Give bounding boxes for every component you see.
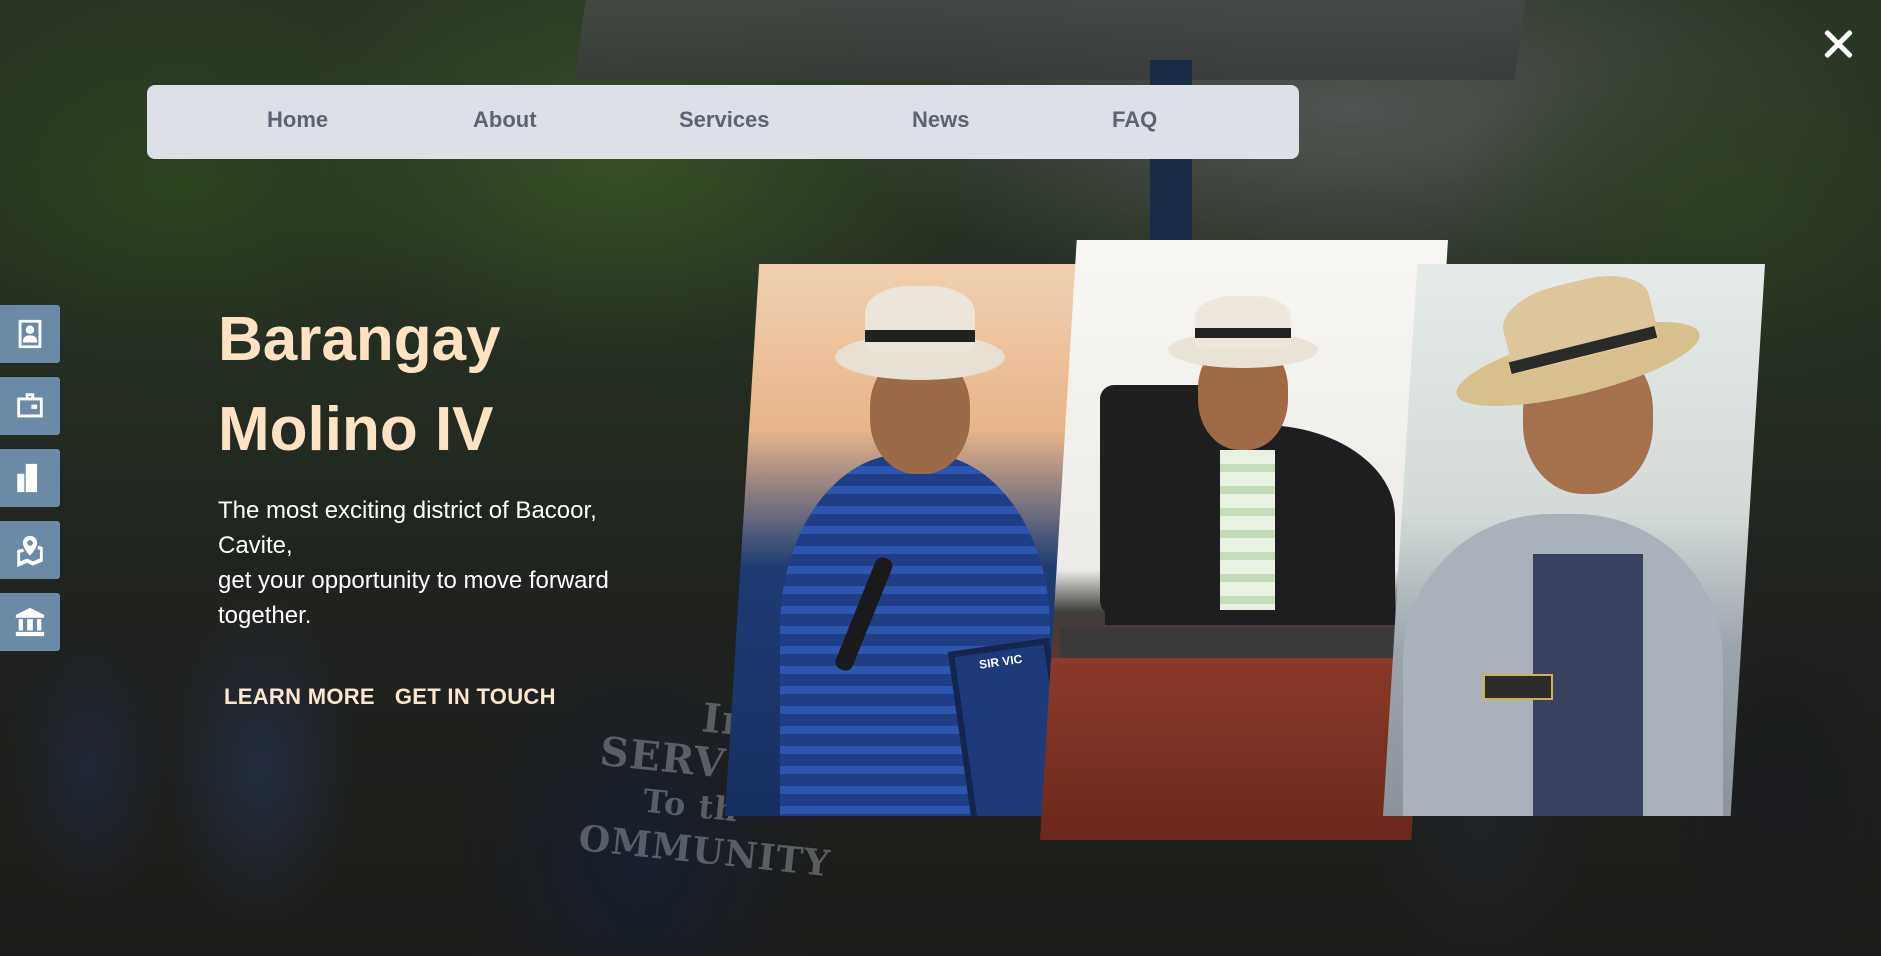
hero-subtitle-line: Cavite, — [218, 532, 293, 559]
plaque-text: SIR VIC — [978, 651, 1024, 672]
hero-subtitle-line: get your opportunity to move forward — [218, 567, 609, 594]
nav-faq[interactable]: FAQ — [1112, 107, 1157, 133]
shirt — [1220, 450, 1275, 610]
portrait-official-3 — [1383, 264, 1765, 816]
hat-band — [1195, 328, 1291, 338]
learn-more-link[interactable]: LEARN MORE — [224, 684, 375, 710]
hero-subtitle: The most exciting district of Bacoor, Ca… — [218, 493, 698, 633]
nav-about[interactable]: About — [473, 107, 537, 133]
briefcase-icon — [17, 393, 43, 418]
side-item-profile[interactable] — [0, 305, 60, 363]
close-icon[interactable] — [1818, 24, 1858, 64]
government-building-icon — [15, 607, 45, 637]
nav-news[interactable]: News — [912, 107, 969, 133]
hat-band — [865, 330, 975, 342]
hat-crown — [1195, 296, 1291, 348]
side-item-map[interactable] — [0, 521, 60, 579]
hat-crown — [865, 286, 975, 352]
building-icon — [17, 463, 38, 493]
side-item-services[interactable] — [0, 377, 60, 435]
name-patch — [1483, 674, 1553, 700]
hero-title: Barangay Molino IV — [218, 295, 738, 475]
hero-subtitle-line: The most exciting district of Bacoor, — [218, 497, 597, 524]
side-item-government[interactable] — [0, 593, 60, 651]
side-icon-bar — [0, 305, 62, 665]
id-card-icon — [18, 319, 42, 349]
hero-actions: LEARN MORE GET IN TOUCH — [224, 684, 556, 710]
map-icon — [17, 535, 43, 567]
hero-title-line: Molino IV — [218, 395, 494, 464]
side-item-facilities[interactable] — [0, 449, 60, 507]
nav-services[interactable]: Services — [679, 107, 770, 133]
top-navigation-bar: Home About Services News FAQ — [147, 85, 1299, 159]
get-in-touch-link[interactable]: GET IN TOUCH — [395, 684, 556, 710]
hero-subtitle-line: together. — [218, 602, 312, 629]
hero-title-line: Barangay — [218, 305, 501, 374]
nav-home[interactable]: Home — [267, 107, 328, 133]
portrait-official-2 — [1040, 240, 1448, 840]
desk-top — [1060, 628, 1448, 658]
